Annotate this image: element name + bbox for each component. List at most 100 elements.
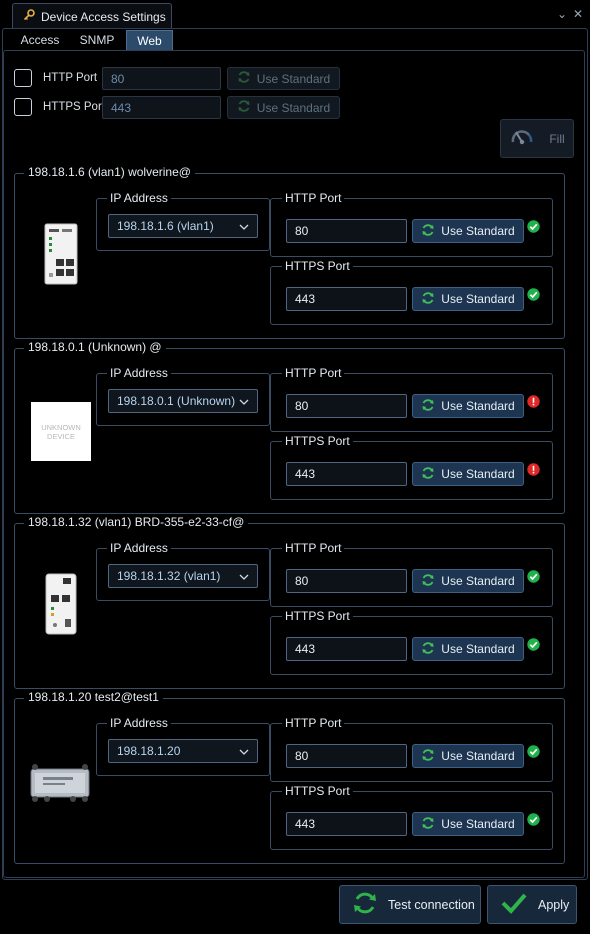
https-port-input[interactable]: 443 xyxy=(286,812,407,836)
tab-access[interactable]: Access xyxy=(14,30,66,50)
device-image xyxy=(29,763,91,806)
key-icon xyxy=(23,9,35,24)
http-port-label: HTTP Port xyxy=(43,72,98,84)
check-circle-icon xyxy=(527,638,540,651)
https-use-standard-button[interactable]: Use Standard xyxy=(227,96,340,119)
checkmark-icon xyxy=(500,891,528,918)
test-connection-label: Test connection xyxy=(388,897,475,912)
https-use-standard-button[interactable]: Use Standard xyxy=(412,287,524,311)
chevron-down-icon xyxy=(239,394,249,408)
http-port-title: HTTP Port xyxy=(282,191,345,205)
device-group-title: 198.18.0.1 (Unknown) @ xyxy=(24,340,166,354)
ip-address-value: 198.18.0.1 (Unknown) xyxy=(117,394,236,408)
refresh-icon xyxy=(421,573,435,590)
check-circle-icon xyxy=(527,570,540,583)
http-use-standard-button[interactable]: Use Standard xyxy=(412,394,524,418)
fill-gauge-icon xyxy=(509,126,535,151)
https-port-checkbox[interactable] xyxy=(14,98,32,116)
apply-button[interactable]: Apply xyxy=(487,885,577,924)
refresh-icon xyxy=(421,748,435,765)
https-port-title: HTTPS Port xyxy=(282,609,353,623)
http-port-input[interactable]: 80 xyxy=(286,744,407,768)
use-standard-label: Use Standard xyxy=(256,100,331,115)
http-port-input[interactable]: 80 xyxy=(286,219,407,243)
http-port-title: HTTP Port xyxy=(282,366,345,380)
https-port-input[interactable]: 443 xyxy=(102,96,221,119)
use-standard-label: Use Standard xyxy=(441,817,515,831)
device-group-title: 198.18.1.6 (vlan1) wolverine@ xyxy=(24,165,195,179)
ip-address-select[interactable]: 198.18.1.32 (vlan1) xyxy=(108,564,258,588)
fill-label: Fill xyxy=(549,131,565,146)
http-port-input[interactable]: 80 xyxy=(286,394,407,418)
https-port-input[interactable]: 443 xyxy=(286,287,407,311)
ip-address-value: 198.18.1.20 xyxy=(117,744,181,758)
use-standard-label: Use Standard xyxy=(256,71,331,86)
http-port-input[interactable]: 80 xyxy=(102,67,221,90)
error-circle-icon xyxy=(527,395,540,408)
tab-web[interactable]: Web xyxy=(126,30,173,50)
device-image xyxy=(45,573,77,638)
refresh-icon xyxy=(421,223,435,240)
https-use-standard-button[interactable]: Use Standard xyxy=(412,812,524,836)
refresh-icon xyxy=(421,641,435,658)
unknown-device-image: UNKNOWN DEVICE xyxy=(31,402,91,461)
check-circle-icon xyxy=(527,220,540,233)
http-use-standard-button[interactable]: Use Standard xyxy=(412,219,524,243)
window-title: Device Access Settings xyxy=(41,9,166,24)
refresh-icon xyxy=(421,816,435,833)
http-port-title: HTTP Port xyxy=(282,541,345,555)
use-standard-label: Use Standard xyxy=(441,292,515,306)
https-use-standard-button[interactable]: Use Standard xyxy=(412,462,524,486)
check-circle-icon xyxy=(527,813,540,826)
refresh-icon xyxy=(421,291,435,308)
use-standard-label: Use Standard xyxy=(441,467,515,481)
ip-address-select[interactable]: 198.18.0.1 (Unknown) xyxy=(108,389,258,413)
use-standard-label: Use Standard xyxy=(441,399,515,413)
ip-address-select[interactable]: 198.18.1.6 (vlan1) xyxy=(108,214,258,238)
https-port-input[interactable]: 443 xyxy=(286,462,407,486)
http-port-input[interactable]: 80 xyxy=(286,569,407,593)
https-port-title: HTTPS Port xyxy=(282,259,353,273)
ip-address-label: IP Address xyxy=(107,716,171,730)
chevron-down-icon xyxy=(239,569,249,583)
chevron-down-icon xyxy=(239,219,249,233)
http-use-standard-button[interactable]: Use Standard xyxy=(412,569,524,593)
error-circle-icon xyxy=(527,463,540,476)
https-port-input[interactable]: 443 xyxy=(286,637,407,661)
device-group-title: 198.18.1.32 (vlan1) BRD-355-e2-33-cf@ xyxy=(24,515,249,529)
refresh-icon xyxy=(352,890,378,919)
ip-address-value: 198.18.1.32 (vlan1) xyxy=(117,569,221,583)
device-group-title: 198.18.1.20 test2@test1 xyxy=(24,690,163,704)
http-use-standard-button[interactable]: Use Standard xyxy=(227,67,340,90)
ip-address-label: IP Address xyxy=(107,366,171,380)
ip-address-select[interactable]: 198.18.1.20 xyxy=(108,739,258,763)
refresh-icon xyxy=(421,398,435,415)
device-image xyxy=(44,223,78,288)
test-connection-button[interactable]: Test connection xyxy=(339,885,481,924)
close-icon[interactable]: ✕ xyxy=(573,8,583,20)
https-use-standard-button[interactable]: Use Standard xyxy=(412,637,524,661)
https-port-title: HTTPS Port xyxy=(282,784,353,798)
refresh-icon xyxy=(237,99,251,116)
collapse-icon[interactable]: ⌄ xyxy=(557,8,567,20)
http-port-checkbox[interactable] xyxy=(14,69,32,87)
https-port-label: HTTPS Port xyxy=(43,101,105,113)
use-standard-label: Use Standard xyxy=(441,642,515,656)
check-circle-icon xyxy=(527,745,540,758)
http-use-standard-button[interactable]: Use Standard xyxy=(412,744,524,768)
chevron-down-icon xyxy=(239,744,249,758)
use-standard-label: Use Standard xyxy=(441,224,515,238)
http-port-title: HTTP Port xyxy=(282,716,345,730)
apply-label: Apply xyxy=(538,897,570,912)
ip-address-value: 198.18.1.6 (vlan1) xyxy=(117,219,214,233)
use-standard-label: Use Standard xyxy=(441,574,515,588)
fill-button[interactable]: Fill xyxy=(500,119,574,158)
window-title-tab: Device Access Settings xyxy=(12,3,172,29)
ip-address-label: IP Address xyxy=(107,191,171,205)
refresh-icon xyxy=(421,466,435,483)
ip-address-label: IP Address xyxy=(107,541,171,555)
use-standard-label: Use Standard xyxy=(441,749,515,763)
refresh-icon xyxy=(237,70,251,87)
tab-snmp[interactable]: SNMP xyxy=(70,30,124,50)
https-port-title: HTTPS Port xyxy=(282,434,353,448)
